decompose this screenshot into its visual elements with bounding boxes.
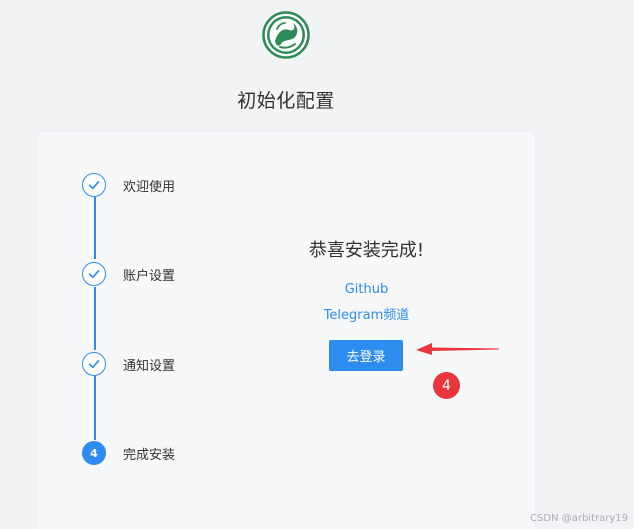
- watermark: CSDN @arbitrary19: [530, 513, 628, 524]
- congrats-heading: 恭喜安装完成!: [308, 240, 425, 261]
- step-notify: 通知设置: [82, 352, 242, 378]
- steps: 欢迎使用 账户设置 通知设置 4 完成安装: [37, 131, 237, 529]
- github-link[interactable]: Github: [237, 282, 496, 297]
- step-connector: [94, 287, 96, 350]
- step-connector: [94, 376, 96, 440]
- step-finish: 4 完成安装: [82, 441, 242, 467]
- check-icon: [82, 352, 106, 376]
- step-number-badge: 4: [82, 441, 106, 465]
- step-label: 欢迎使用: [123, 180, 176, 195]
- step-account: 账户设置: [82, 262, 242, 288]
- step-label: 完成安装: [123, 448, 176, 463]
- step-label: 账户设置: [123, 269, 176, 284]
- step-label: 通知设置: [123, 359, 176, 374]
- step-connector: [94, 197, 96, 259]
- page: 初始化配置 欢迎使用 账户设置 通知设置 4 完成安装 恭喜安装完成! Gith…: [0, 0, 634, 529]
- annotation-badge: 4: [433, 372, 460, 399]
- arrow-annotation-icon: [416, 343, 499, 355]
- step-welcome: 欢迎使用: [82, 173, 242, 199]
- page-title: 初始化配置: [237, 90, 335, 112]
- login-button[interactable]: 去登录: [329, 340, 403, 371]
- check-icon: [82, 173, 106, 197]
- app-logo: [262, 11, 310, 59]
- telegram-link[interactable]: Telegram频道: [237, 304, 496, 323]
- setup-card: 欢迎使用 账户设置 通知设置 4 完成安装 恭喜安装完成! Github Tel…: [37, 131, 535, 529]
- check-icon: [82, 262, 106, 286]
